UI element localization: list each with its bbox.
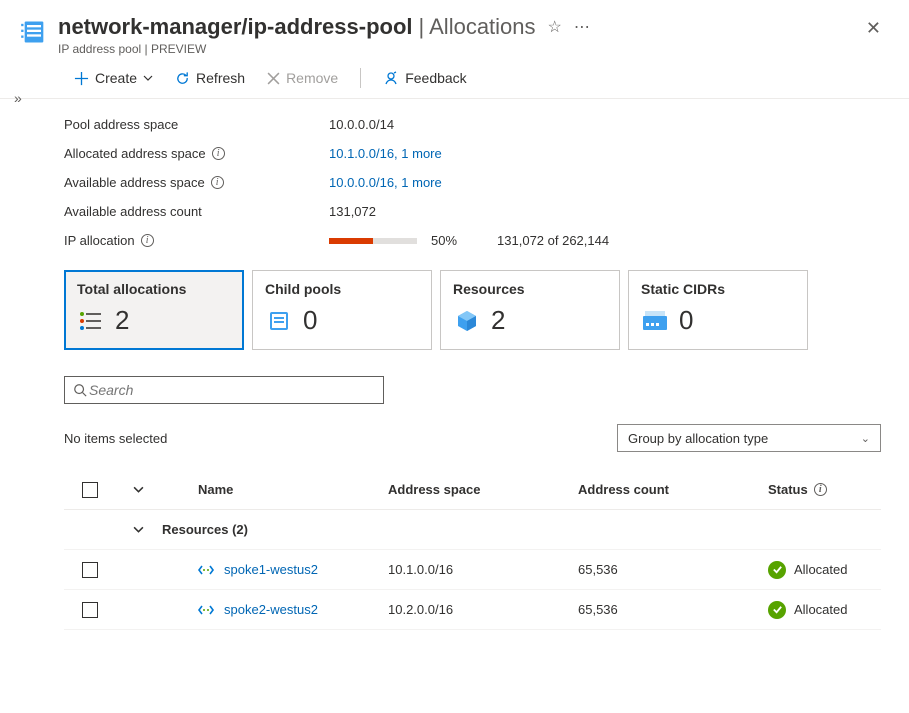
resource-link[interactable]: spoke2-westus2 bbox=[224, 602, 318, 617]
row-address-count: 65,536 bbox=[578, 602, 768, 617]
col-status[interactable]: Status bbox=[768, 482, 808, 497]
page-subtitle: IP address pool | PREVIEW bbox=[58, 42, 858, 56]
table-row: spoke1-westus2 10.1.0.0/1665,536 Allocated bbox=[64, 550, 881, 590]
row-address-space: 10.1.0.0/16 bbox=[388, 562, 578, 577]
ip-allocation-label: IP allocation bbox=[64, 233, 135, 248]
remove-button: Remove bbox=[257, 66, 348, 90]
feedback-button[interactable]: Feedback bbox=[373, 66, 476, 90]
table-row: spoke2-westus2 10.2.0.0/1665,536 Allocated bbox=[64, 590, 881, 630]
available-count-value: 131,072 bbox=[329, 204, 909, 219]
vnet-icon bbox=[198, 602, 214, 618]
search-input[interactable] bbox=[87, 381, 375, 399]
more-icon[interactable]: ⋯ bbox=[574, 17, 590, 37]
allocated-space-link[interactable]: 10.1.0.0/16, 1 more bbox=[329, 146, 909, 161]
card-resources-value: 2 bbox=[491, 305, 505, 336]
col-name[interactable]: Name bbox=[158, 482, 388, 497]
select-all-checkbox[interactable] bbox=[82, 482, 98, 498]
selection-status: No items selected bbox=[64, 431, 167, 446]
row-checkbox[interactable] bbox=[82, 602, 98, 618]
card-child-pools[interactable]: Child pools 0 bbox=[252, 270, 432, 350]
remove-label: Remove bbox=[286, 70, 338, 86]
group-label: Resources (2) bbox=[158, 522, 881, 537]
group-by-label: Group by allocation type bbox=[628, 431, 768, 446]
card-child-value: 0 bbox=[303, 305, 317, 336]
refresh-label: Refresh bbox=[196, 70, 245, 86]
vnet-icon bbox=[198, 562, 214, 578]
group-by-select[interactable]: Group by allocation type ⌄ bbox=[617, 424, 881, 452]
feedback-label: Feedback bbox=[405, 70, 466, 86]
col-space[interactable]: Address space bbox=[388, 482, 578, 497]
available-count-label: Available address count bbox=[64, 204, 329, 219]
expand-menu-icon[interactable]: » bbox=[14, 90, 22, 106]
card-resources-title: Resources bbox=[453, 281, 607, 297]
info-icon[interactable]: i bbox=[141, 234, 154, 247]
col-count[interactable]: Address count bbox=[578, 482, 768, 497]
info-icon[interactable]: i bbox=[814, 483, 827, 496]
available-space-link[interactable]: 10.0.0.0/16, 1 more bbox=[329, 175, 909, 190]
page-title: network-manager/ip-address-pool bbox=[58, 14, 413, 40]
pool-space-label: Pool address space bbox=[64, 117, 329, 132]
card-total-title: Total allocations bbox=[77, 281, 231, 297]
card-total-allocations[interactable]: Total allocations 2 bbox=[64, 270, 244, 350]
cidr-icon bbox=[641, 307, 669, 335]
search-icon bbox=[73, 383, 87, 397]
allocated-space-label: Allocated address space bbox=[64, 146, 206, 161]
allocation-percent: 50% bbox=[431, 233, 457, 248]
card-child-title: Child pools bbox=[265, 281, 419, 297]
chevron-down-icon: ⌄ bbox=[861, 432, 870, 445]
allocation-count: 131,072 of 262,144 bbox=[497, 233, 609, 248]
create-label: Create bbox=[95, 70, 137, 86]
row-checkbox[interactable] bbox=[82, 562, 98, 578]
row-address-space: 10.2.0.0/16 bbox=[388, 602, 578, 617]
page-title-suffix: | Allocations bbox=[419, 14, 536, 40]
list-icon bbox=[77, 307, 105, 335]
pool-space-value: 10.0.0.0/14 bbox=[329, 117, 909, 132]
card-static-title: Static CIDRs bbox=[641, 281, 795, 297]
row-status: Allocated bbox=[794, 562, 847, 577]
success-icon bbox=[768, 601, 786, 619]
group-toggle[interactable] bbox=[118, 524, 158, 535]
card-static-value: 0 bbox=[679, 305, 693, 336]
close-button[interactable]: ✕ bbox=[858, 14, 889, 43]
favorite-icon[interactable]: ☆ bbox=[548, 17, 562, 37]
info-icon[interactable]: i bbox=[212, 147, 225, 160]
info-icon[interactable]: i bbox=[211, 176, 224, 189]
card-static-cidrs[interactable]: Static CIDRs 0 bbox=[628, 270, 808, 350]
refresh-button[interactable]: Refresh bbox=[165, 66, 255, 90]
row-status: Allocated bbox=[794, 602, 847, 617]
create-button[interactable]: Create bbox=[64, 66, 163, 90]
search-box[interactable] bbox=[64, 376, 384, 404]
card-resources[interactable]: Resources 2 bbox=[440, 270, 620, 350]
pool-icon bbox=[265, 307, 293, 335]
allocation-progress-bar bbox=[329, 238, 417, 244]
card-total-value: 2 bbox=[115, 305, 129, 336]
cube-icon bbox=[453, 307, 481, 335]
expand-all-toggle[interactable] bbox=[118, 484, 158, 495]
row-address-count: 65,536 bbox=[578, 562, 768, 577]
ip-pool-icon bbox=[20, 18, 48, 46]
resource-link[interactable]: spoke1-westus2 bbox=[224, 562, 318, 577]
available-space-label: Available address space bbox=[64, 175, 205, 190]
success-icon bbox=[768, 561, 786, 579]
toolbar-separator bbox=[360, 68, 361, 88]
